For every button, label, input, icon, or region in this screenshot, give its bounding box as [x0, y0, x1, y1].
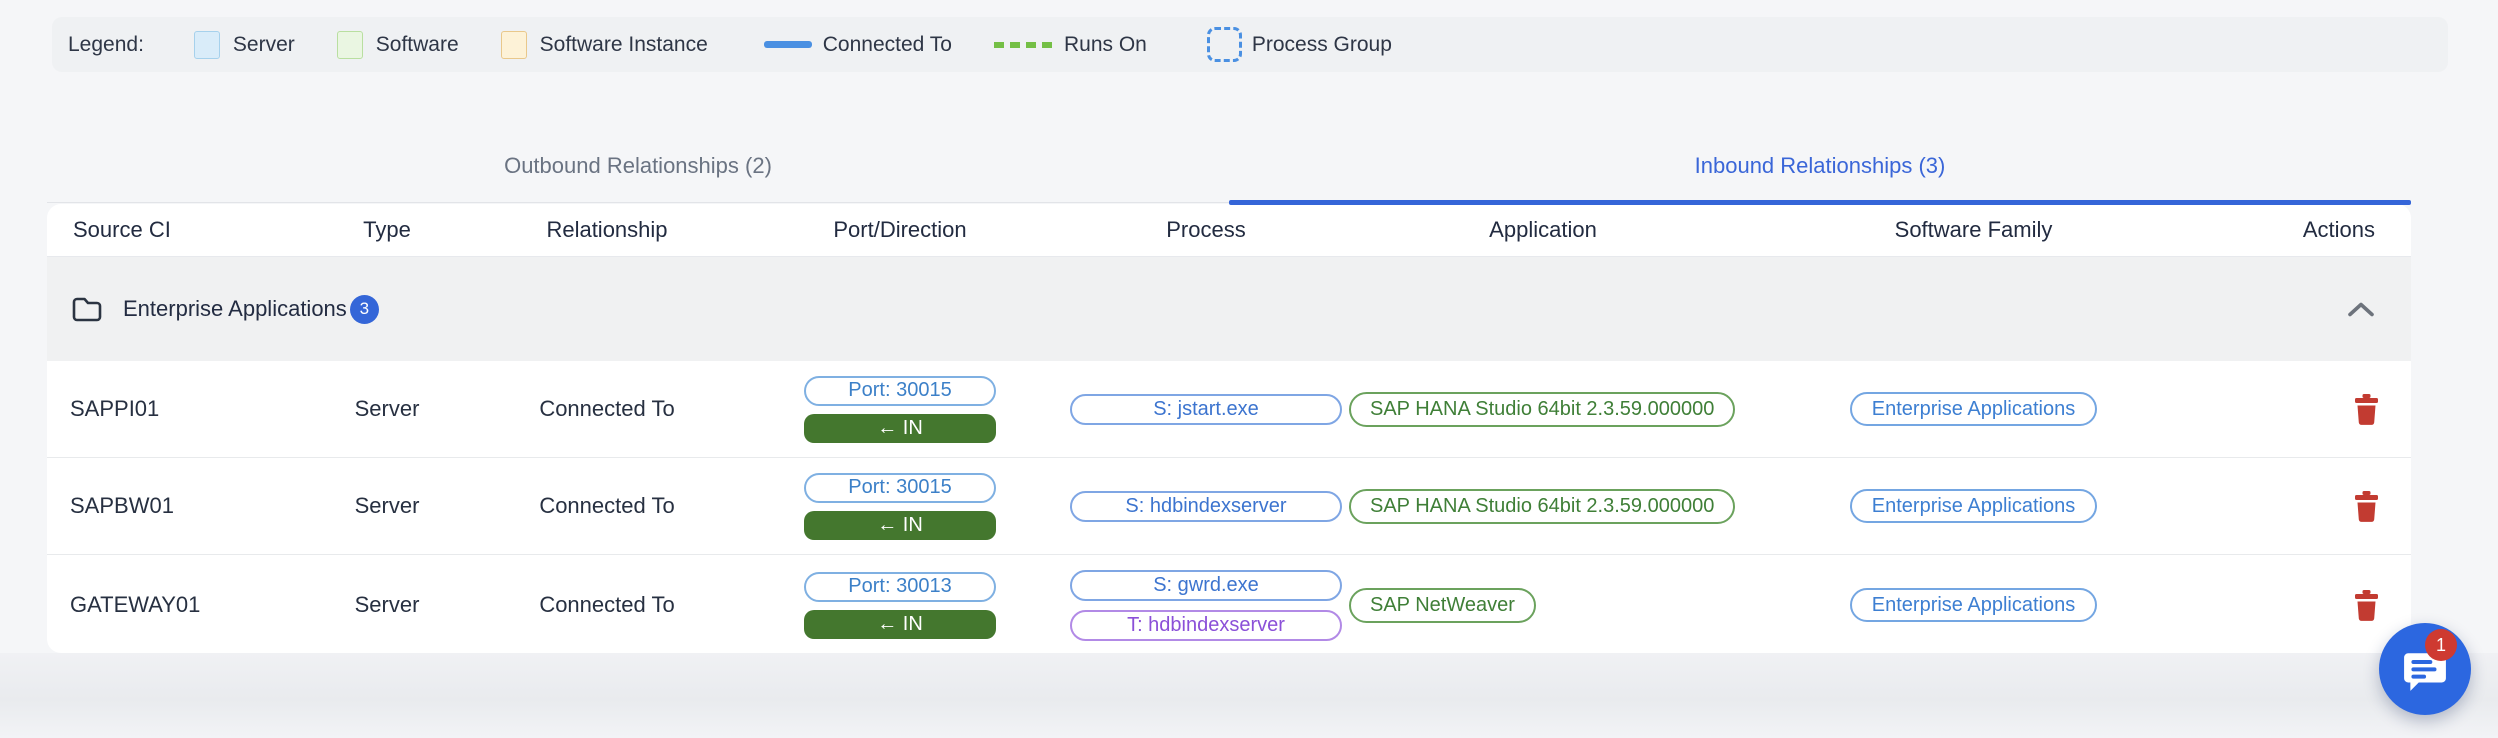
group-row-left: Enterprise Applications 3: [71, 295, 379, 324]
cell-process: S: gwrd.exe T: hdbindexserver: [1073, 570, 1339, 641]
process-badge: S: hdbindexserver: [1070, 491, 1342, 522]
legend-item-runs-on: Runs On: [994, 33, 1147, 57]
legend-item-software-instance: Software Instance: [501, 31, 708, 59]
column-header-relationship: Relationship: [487, 217, 727, 243]
cell-type: Server: [287, 592, 487, 618]
direction-in-badge: ← IN: [804, 610, 996, 639]
cell-software-family: Enterprise Applications: [1747, 489, 2200, 523]
process-badge: S: jstart.exe: [1070, 394, 1342, 425]
cell-software-family: Enterprise Applications: [1747, 392, 2200, 426]
cell-application: SAP HANA Studio 64bit 2.3.59.000000: [1339, 489, 1747, 524]
legend-item-label: Process Group: [1252, 33, 1392, 57]
column-header-type: Type: [287, 217, 487, 243]
legend-item-software: Software: [337, 31, 459, 59]
runs-on-dashed-line-icon: [994, 42, 1054, 48]
cell-port-direction: Port: 30015 ← IN: [727, 473, 1073, 540]
cell-type: Server: [287, 493, 487, 519]
cell-type: Server: [287, 396, 487, 422]
table-header-row: Source CI Type Relationship Port/Directi…: [47, 204, 2411, 257]
cell-actions: [2200, 491, 2411, 522]
software-family-badge: Enterprise Applications: [1850, 392, 2097, 426]
notification-badge: 1: [2425, 629, 2457, 661]
process-group-box-icon: [1207, 27, 1242, 62]
group-label: Enterprise Applications: [123, 296, 347, 322]
chat-fab-button[interactable]: 1: [2379, 623, 2471, 715]
collapse-group-button[interactable]: [2347, 301, 2375, 318]
direction-in-badge: ← IN: [804, 511, 996, 540]
cell-actions: [2200, 590, 2411, 621]
server-swatch-icon: [194, 31, 220, 59]
cell-port-direction: Port: 30013 ← IN: [727, 572, 1073, 639]
application-badge: SAP HANA Studio 64bit 2.3.59.000000: [1349, 392, 1735, 427]
application-badge: SAP HANA Studio 64bit 2.3.59.000000: [1349, 489, 1735, 524]
cell-application: SAP NetWeaver: [1339, 588, 1747, 623]
trash-icon: [2353, 590, 2380, 621]
tab-outbound-relationships[interactable]: Outbound Relationships (2): [47, 130, 1229, 202]
cell-port-direction: Port: 30015 ← IN: [727, 376, 1073, 443]
cell-source-ci: SAPBW01: [47, 493, 287, 519]
cell-source-ci: SAPPI01: [47, 396, 287, 422]
bottom-shade: [0, 653, 2498, 738]
table-row: SAPBW01 Server Connected To Port: 30015 …: [47, 457, 2411, 554]
column-header-actions: Actions: [2200, 217, 2411, 243]
legend-item-label: Runs On: [1064, 33, 1147, 57]
table-row: SAPPI01 Server Connected To Port: 30015 …: [47, 361, 2411, 457]
relationships-table: Source CI Type Relationship Port/Directi…: [47, 204, 2411, 653]
delete-relationship-button[interactable]: [2353, 590, 2380, 621]
legend-item-label: Software Instance: [540, 33, 708, 57]
delete-relationship-button[interactable]: [2353, 491, 2380, 522]
cell-application: SAP HANA Studio 64bit 2.3.59.000000: [1339, 392, 1747, 427]
table-row: GATEWAY01 Server Connected To Port: 3001…: [47, 554, 2411, 653]
direction-in-badge: ← IN: [804, 414, 996, 443]
tab-inbound-relationships[interactable]: Inbound Relationships (3): [1229, 130, 2411, 202]
port-badge: Port: 30015: [804, 473, 996, 503]
legend-title: Legend:: [68, 33, 144, 57]
application-badge: SAP NetWeaver: [1349, 588, 1536, 623]
legend-item-label: Server: [233, 33, 295, 57]
cell-relationship: Connected To: [487, 592, 727, 618]
folder-icon: [71, 295, 103, 323]
cell-software-family: Enterprise Applications: [1747, 588, 2200, 622]
cell-relationship: Connected To: [487, 493, 727, 519]
connected-to-line-icon: [764, 41, 812, 48]
cell-relationship: Connected To: [487, 396, 727, 422]
legend-item-connected-to: Connected To: [764, 33, 952, 57]
group-row-enterprise-applications[interactable]: Enterprise Applications 3: [47, 257, 2411, 361]
column-header-port-direction: Port/Direction: [727, 217, 1073, 243]
cell-actions: [2200, 394, 2411, 425]
chevron-up-icon: [2347, 301, 2375, 318]
group-count-badge: 3: [350, 295, 379, 324]
legend-item-process-group: Process Group: [1207, 27, 1392, 62]
legend-bar: Legend: Server Software Software Instanc…: [52, 17, 2448, 72]
column-header-process: Process: [1073, 217, 1339, 243]
page: Legend: Server Software Software Instanc…: [0, 0, 2498, 738]
legend-item-label: Connected To: [823, 33, 952, 57]
cell-source-ci: GATEWAY01: [47, 592, 287, 618]
trash-icon: [2353, 491, 2380, 522]
column-header-application: Application: [1339, 217, 1747, 243]
relationship-tabs: Outbound Relationships (2) Inbound Relat…: [47, 130, 2411, 203]
process-badge: T: hdbindexserver: [1070, 610, 1342, 641]
legend-item-label: Software: [376, 33, 459, 57]
legend-item-server: Server: [194, 31, 295, 59]
column-header-source-ci: Source CI: [47, 217, 287, 243]
software-instance-swatch-icon: [501, 31, 527, 59]
software-family-badge: Enterprise Applications: [1850, 588, 2097, 622]
delete-relationship-button[interactable]: [2353, 394, 2380, 425]
software-swatch-icon: [337, 31, 363, 59]
trash-icon: [2353, 394, 2380, 425]
cell-process: S: jstart.exe: [1073, 394, 1339, 425]
process-badge: S: gwrd.exe: [1070, 570, 1342, 601]
column-header-software-family: Software Family: [1747, 217, 2200, 243]
port-badge: Port: 30015: [804, 376, 996, 406]
software-family-badge: Enterprise Applications: [1850, 489, 2097, 523]
cell-process: S: hdbindexserver: [1073, 491, 1339, 522]
port-badge: Port: 30013: [804, 572, 996, 602]
